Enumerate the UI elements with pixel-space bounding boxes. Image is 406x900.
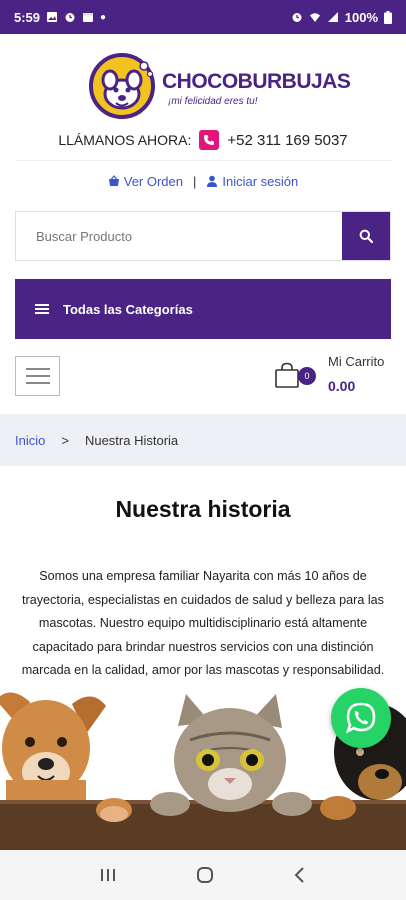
- home-icon[interactable]: [195, 865, 215, 885]
- search-button[interactable]: [342, 212, 390, 260]
- dot-icon: ●: [100, 11, 107, 23]
- login-label: Iniciar sesión: [222, 173, 299, 189]
- cart-count-badge: 0: [298, 367, 316, 385]
- shopping-bag-icon: [275, 362, 299, 388]
- back-icon[interactable]: [293, 866, 307, 884]
- alarm-icon: [292, 13, 302, 22]
- menu-bar: [25, 375, 50, 377]
- menu-bar: [25, 382, 50, 384]
- categories-label: Todas las Categorías: [63, 301, 193, 317]
- user-icon: [207, 175, 218, 187]
- search-bar: [15, 211, 391, 261]
- account-links: Ver Orden | Iniciar sesión: [0, 170, 406, 192]
- hamburger-icon: [35, 304, 49, 314]
- view-order-label: Ver Orden: [123, 173, 183, 189]
- page-body-text: Somos una empresa familiar Nayarita con …: [21, 569, 385, 677]
- basket-icon: [108, 175, 119, 186]
- cart-widget[interactable]: 0 Mi Carrito 0.00: [272, 352, 397, 400]
- all-categories-button[interactable]: Todas las Categorías: [15, 279, 391, 339]
- signal-icon: [327, 12, 338, 22]
- alarm-icon: [65, 13, 75, 22]
- battery-level: 100%: [344, 9, 378, 25]
- breadcrumb-home-link[interactable]: Inicio: [15, 433, 45, 448]
- whatsapp-icon: [345, 702, 376, 734]
- wifi-icon: [309, 13, 320, 22]
- cart-label: Mi Carrito: [328, 354, 385, 369]
- view-order-link[interactable]: Ver Orden: [108, 174, 183, 189]
- brand-name: CHOCOBURBUJAS: [162, 70, 351, 93]
- breadcrumb: Inicio > Nuestra Historia: [0, 414, 406, 466]
- status-time: 5:59: [14, 9, 41, 25]
- phone-icon: [199, 130, 220, 150]
- page-title: Nuestra historia: [115, 496, 291, 522]
- divider: [15, 160, 391, 161]
- gallery-icon: [47, 12, 58, 22]
- cart-total: 0.00: [328, 378, 356, 394]
- menu-toggle-button[interactable]: [15, 356, 60, 396]
- phone-number-link[interactable]: +52 311 169 5037: [227, 132, 347, 149]
- logo-emblem: [89, 53, 155, 119]
- battery-icon: [384, 10, 392, 24]
- login-link[interactable]: Iniciar sesión: [206, 174, 298, 189]
- links-separator: |: [193, 173, 197, 189]
- system-nav-bar: [0, 850, 406, 900]
- search-icon: [359, 229, 373, 243]
- brand-logo[interactable]: CHOCOBURBUJAS ¡mi felicidad eres tu!: [88, 52, 351, 120]
- search-input[interactable]: [16, 212, 342, 260]
- calendar-icon: [83, 13, 94, 22]
- contact-bar: LLÁMANOS AHORA: +52 311 169 5037: [0, 126, 406, 154]
- status-bar: 5:59 ● 100%: [0, 0, 406, 34]
- brand-tagline: ¡mi felicidad eres tu!: [168, 96, 258, 107]
- menu-bar: [25, 368, 50, 370]
- whatsapp-button[interactable]: [331, 688, 391, 748]
- recent-apps-icon[interactable]: [99, 867, 117, 883]
- call-label: LLÁMANOS AHORA:: [58, 132, 192, 148]
- breadcrumb-current: Nuestra Historia: [84, 432, 179, 448]
- cat-illustration: [150, 694, 312, 816]
- breadcrumb-separator: >: [61, 432, 69, 448]
